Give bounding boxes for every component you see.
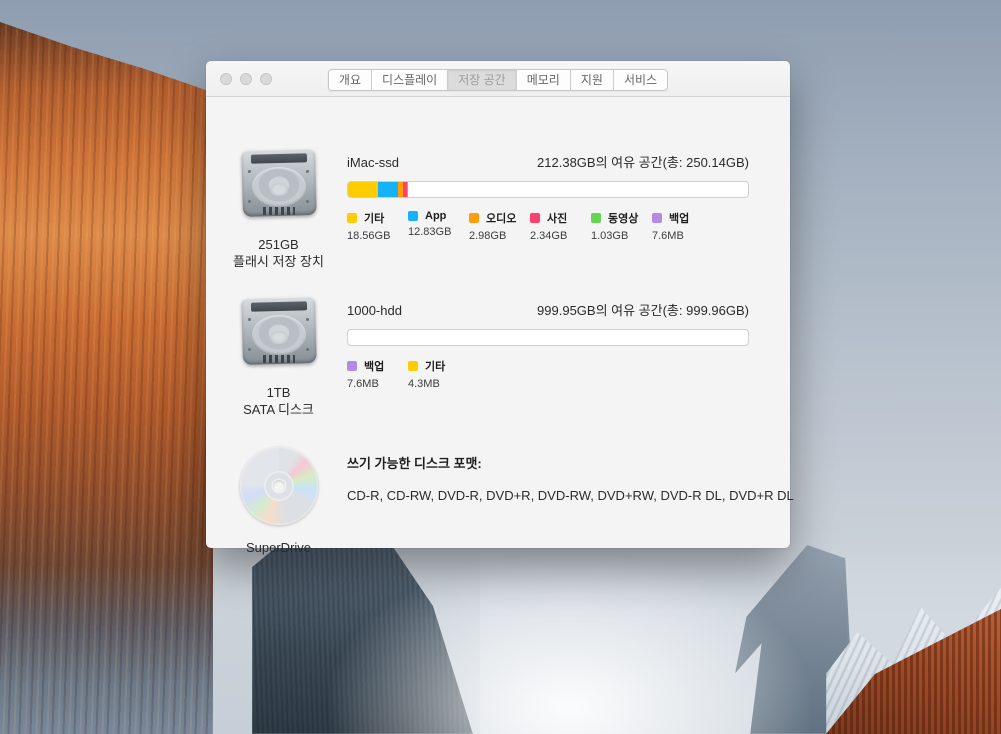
bar-segment-movies [407, 182, 409, 197]
legend-swatch [652, 213, 662, 223]
tab-storage[interactable]: 저장 공간 [448, 70, 517, 90]
disk-type-label: SATA 디스크 [216, 401, 341, 418]
hard-drive-icon [239, 148, 319, 222]
disk-details-ssd: iMac-ssd 212.38GB의 여유 공간(총: 250.14GB) 기타… [347, 152, 749, 242]
tab-overview[interactable]: 개요 [329, 70, 372, 90]
legend-item: 사진 2.34GB [530, 210, 591, 242]
legend-item: App 12.83GB [408, 210, 469, 242]
disk-details-hdd: 1000-hdd 999.95GB의 여유 공간(총: 999.96GB) 백업… [347, 300, 749, 390]
wallpaper-fog [330, 555, 810, 734]
close-button[interactable] [220, 73, 232, 85]
bar-segment-apps [378, 182, 399, 197]
storage-usage-bar [347, 329, 749, 346]
legend-swatch [408, 361, 418, 371]
legend-label: 기타 [364, 210, 384, 226]
tab-service[interactable]: 서비스 [614, 70, 667, 90]
disk-icon-column-hdd: 1TB SATA 디스크 [216, 296, 341, 418]
legend-swatch [347, 361, 357, 371]
writable-formats-title: 쓰기 가능한 디스크 포맷: [347, 453, 749, 472]
wallpaper-el-capitan-cliff [0, 0, 213, 734]
legend-size: 4.3MB [408, 378, 469, 390]
legend-label: 오디오 [486, 210, 516, 226]
legend-size: 18.56GB [347, 230, 408, 242]
legend-label: 기타 [425, 358, 445, 374]
legend-item: 동영상 1.03GB [591, 210, 652, 242]
legend-label: 사진 [547, 210, 567, 226]
disk-name: 1000-hdd [347, 303, 402, 318]
tab-support[interactable]: 지원 [571, 70, 614, 90]
disk-free-space: 999.95GB의 여유 공간(총: 999.96GB) [537, 300, 749, 319]
disk-capacity-label: 1TB [216, 384, 341, 401]
disk-type-label: 플래시 저장 장치 [216, 253, 341, 270]
legend-swatch [530, 213, 540, 223]
disk-free-space: 212.38GB의 여유 공간(총: 250.14GB) [537, 152, 749, 171]
legend-size: 1.03GB [591, 230, 652, 242]
storage-panel: 251GB 플래시 저장 장치 iMac-ssd 212.38GB의 여유 공간… [206, 97, 790, 547]
legend-size: 2.34GB [530, 230, 591, 242]
superdrive-label: SuperDrive [216, 539, 341, 556]
superdrive-details: 쓰기 가능한 디스크 포맷: CD-R, CD-RW, DVD-R, DVD+R… [347, 453, 749, 503]
traffic-lights [220, 73, 272, 85]
tab-memory[interactable]: 메모리 [517, 70, 571, 90]
tab-displays[interactable]: 디스플레이 [372, 70, 448, 90]
legend-swatch [469, 213, 479, 223]
legend-item: 오디오 2.98GB [469, 210, 530, 242]
superdrive-column: SuperDrive [216, 447, 341, 556]
window-titlebar[interactable]: 개요 디스플레이 저장 공간 메모리 지원 서비스 [206, 61, 790, 97]
optical-disc-icon [240, 447, 318, 525]
tab-bar: 개요 디스플레이 저장 공간 메모리 지원 서비스 [328, 69, 668, 91]
legend-swatch [408, 211, 418, 221]
legend-size: 2.98GB [469, 230, 530, 242]
legend-label: 동영상 [608, 210, 638, 226]
disk-name: iMac-ssd [347, 155, 399, 170]
legend-swatch [591, 213, 601, 223]
legend-size: 7.6MB [652, 230, 713, 242]
about-this-mac-window: 개요 디스플레이 저장 공간 메모리 지원 서비스 251GB 플래시 저장 장… [206, 61, 790, 548]
minimize-button[interactable] [240, 73, 252, 85]
legend-swatch [347, 213, 357, 223]
writable-formats-list: CD-R, CD-RW, DVD-R, DVD+R, DVD-RW, DVD+R… [347, 488, 749, 503]
legend-label: 백업 [364, 358, 384, 374]
legend-item: 기타 18.56GB [347, 210, 408, 242]
storage-legend: 백업 7.6MB 기타 4.3MB [347, 358, 749, 390]
legend-size: 7.6MB [347, 378, 408, 390]
legend-label: App [425, 210, 446, 222]
disk-capacity-label: 251GB [216, 236, 341, 253]
legend-item: 백업 7.6MB [652, 210, 713, 242]
legend-label: 백업 [669, 210, 689, 226]
bar-segment-other [348, 182, 378, 197]
disk-icon-column-ssd: 251GB 플래시 저장 장치 [216, 148, 341, 270]
zoom-button[interactable] [260, 73, 272, 85]
storage-usage-bar [347, 181, 749, 198]
hard-drive-icon [239, 296, 319, 370]
legend-item: 백업 7.6MB [347, 358, 408, 390]
legend-size: 12.83GB [408, 226, 469, 238]
legend-item: 기타 4.3MB [408, 358, 469, 390]
storage-legend: 기타 18.56GB App 12.83GB 오디오 2.98GB 사진 2.3… [347, 210, 749, 242]
